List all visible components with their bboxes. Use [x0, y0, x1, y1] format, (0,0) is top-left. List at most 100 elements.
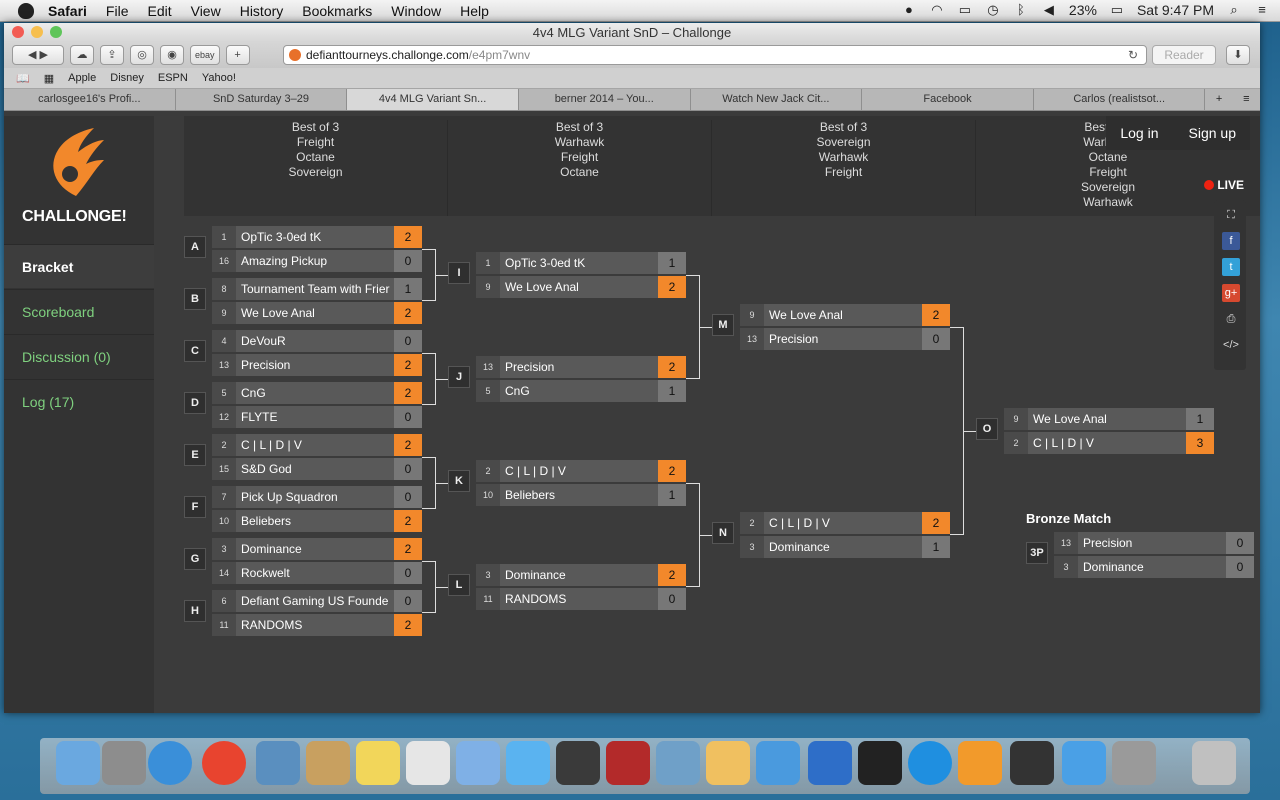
back-forward-button[interactable]: ◀ ▶: [12, 45, 64, 65]
match-h[interactable]: 6 Defiant Gaming US Founde 0 11 RANDOMS 2: [212, 590, 422, 636]
match-participant[interactable]: 16 Amazing Pickup 0: [212, 250, 422, 272]
match-label[interactable]: A: [184, 236, 206, 258]
facetime-icon[interactable]: [556, 741, 600, 785]
print-icon[interactable]: ⎙: [1222, 310, 1240, 328]
airplay-icon[interactable]: ▭: [957, 3, 973, 17]
battery-icon[interactable]: ▭: [1109, 3, 1125, 17]
notification-center-icon[interactable]: ≡: [1254, 3, 1270, 17]
match-label[interactable]: N: [712, 522, 734, 544]
match-participant[interactable]: 8 Tournament Team with Frier 1: [212, 278, 422, 300]
embed-icon[interactable]: </>: [1222, 336, 1240, 354]
match-d[interactable]: 5 CnG 2 12 FLYTE 0: [212, 382, 422, 428]
terminal-icon[interactable]: [858, 741, 902, 785]
mail-icon[interactable]: [256, 741, 300, 785]
nav-log[interactable]: Log (17): [4, 379, 154, 423]
match-participant[interactable]: 9 We Love Anal 2: [212, 302, 422, 324]
tab-item-active[interactable]: 4v4 MLG Variant Sn...: [347, 89, 519, 110]
match-label[interactable]: M: [712, 314, 734, 336]
menu-help[interactable]: Help: [460, 3, 489, 19]
downloads-icon[interactable]: ⬇: [1226, 45, 1250, 65]
match-participant[interactable]: 4 DeVouR 0: [212, 330, 422, 352]
match-participant[interactable]: 15 S&D God 0: [212, 458, 422, 480]
itunes-icon[interactable]: [908, 741, 952, 785]
match-participant[interactable]: 13 Precision 2: [212, 354, 422, 376]
volume-icon[interactable]: ◀: [1041, 3, 1057, 17]
battery-percent[interactable]: 23%: [1069, 2, 1097, 18]
match-participant[interactable]: 9 We Love Anal 2: [740, 304, 950, 326]
match-o[interactable]: 9 We Love Anal 1 2 C | L | D | V 3: [1004, 408, 1214, 454]
match-participant[interactable]: 2 C | L | D | V 2: [476, 460, 686, 482]
launchpad-icon[interactable]: [102, 741, 146, 785]
match-label[interactable]: F: [184, 496, 206, 518]
nav-bracket[interactable]: Bracket: [4, 244, 154, 288]
match-participant[interactable]: 13 Precision 0: [740, 328, 950, 350]
tab-item[interactable]: Facebook: [862, 89, 1034, 110]
reader-button[interactable]: Reader: [1152, 45, 1216, 65]
challonge-logo[interactable]: CHALLONGE!: [18, 126, 138, 236]
menu-history[interactable]: History: [240, 3, 284, 19]
bluetooth-icon[interactable]: ᛒ: [1013, 3, 1029, 17]
zoom-button[interactable]: [50, 26, 62, 38]
finder-icon[interactable]: [56, 741, 100, 785]
match-participant[interactable]: 11 RANDOMS 2: [212, 614, 422, 636]
safari-icon[interactable]: [148, 741, 192, 785]
match-participant[interactable]: 11 RANDOMS 0: [476, 588, 686, 610]
match-label[interactable]: K: [448, 470, 470, 492]
spotlight-icon[interactable]: ⌕: [1226, 3, 1242, 17]
ibooks-icon[interactable]: [958, 741, 1002, 785]
apple-icon[interactable]: [18, 2, 34, 19]
match-label[interactable]: D: [184, 392, 206, 414]
add-tab-icon[interactable]: +: [1205, 89, 1232, 110]
menu-window[interactable]: Window: [391, 3, 441, 19]
google-plus-icon[interactable]: g+: [1222, 284, 1240, 302]
clock[interactable]: Sat 9:47 PM: [1137, 2, 1214, 18]
match-label[interactable]: H: [184, 600, 206, 622]
match-g[interactable]: 3 Dominance 2 14 Rockwelt 0: [212, 538, 422, 584]
match-participant[interactable]: 9 We Love Anal 2: [476, 276, 686, 298]
match-participant[interactable]: 2 C | L | D | V 2: [212, 434, 422, 456]
match-participant[interactable]: 5 CnG 1: [476, 380, 686, 402]
nav-scoreboard[interactable]: Scoreboard: [4, 289, 154, 333]
user-icon[interactable]: [1010, 741, 1054, 785]
photo-booth-icon[interactable]: [606, 741, 650, 785]
extension-icon[interactable]: ◎: [130, 45, 154, 65]
app-store-icon[interactable]: [1062, 741, 1106, 785]
tab-item[interactable]: Watch New Jack Cit...: [691, 89, 863, 110]
match-participant[interactable]: 3 Dominance 2: [476, 564, 686, 586]
match-label[interactable]: G: [184, 548, 206, 570]
time-machine-icon[interactable]: ◷: [985, 3, 1001, 17]
pages-icon[interactable]: [706, 741, 750, 785]
match-label[interactable]: 3P: [1026, 542, 1048, 564]
system-preferences-icon[interactable]: [1112, 741, 1156, 785]
xcode-icon[interactable]: [808, 741, 852, 785]
nav-discussion[interactable]: Discussion (0): [4, 334, 154, 378]
match-3p[interactable]: 13 Precision 0 3 Dominance 0: [1054, 532, 1254, 578]
match-n[interactable]: 2C | L | D | V 2 3 Dominance 1: [740, 512, 950, 558]
tab-item[interactable]: Carlos (realistsot...: [1034, 89, 1206, 110]
match-j[interactable]: 13 Precision 2 5 CnG 1: [476, 356, 686, 402]
trash-icon[interactable]: [1192, 741, 1236, 785]
match-label[interactable]: E: [184, 444, 206, 466]
menu-bookmarks[interactable]: Bookmarks: [302, 3, 372, 19]
match-label[interactable]: J: [448, 366, 470, 388]
match-participant[interactable]: 10 Beliebers 2: [212, 510, 422, 532]
bookmark-espn[interactable]: ESPN: [158, 72, 188, 84]
menu-view[interactable]: View: [191, 3, 221, 19]
icloud-icon[interactable]: ☁: [70, 45, 94, 65]
chrome-icon[interactable]: [202, 741, 246, 785]
bookmark-yahoo[interactable]: Yahoo!: [202, 72, 236, 84]
match-participant[interactable]: 9 We Love Anal 1: [1004, 408, 1214, 430]
match-label[interactable]: I: [448, 262, 470, 284]
minimize-button[interactable]: [31, 26, 43, 38]
address-bar[interactable]: defianttourneys.challonge.com/e4pm7wnv ↻: [283, 45, 1147, 65]
match-e[interactable]: 2C | L | D | V 2 15 S&D God 0: [212, 434, 422, 480]
match-participant[interactable]: 12 FLYTE 0: [212, 406, 422, 428]
twitter-icon[interactable]: t: [1222, 258, 1240, 276]
match-participant[interactable]: 10 Beliebers 1: [476, 484, 686, 506]
notes-icon[interactable]: [356, 741, 400, 785]
new-tab-button[interactable]: +: [225, 45, 250, 65]
wifi-icon[interactable]: ◠: [929, 3, 945, 17]
messages-icon[interactable]: [506, 741, 550, 785]
match-b[interactable]: 8 Tournament Team with Frier 1 9 We Love Ana…: [212, 278, 422, 324]
match-label[interactable]: B: [184, 288, 206, 310]
